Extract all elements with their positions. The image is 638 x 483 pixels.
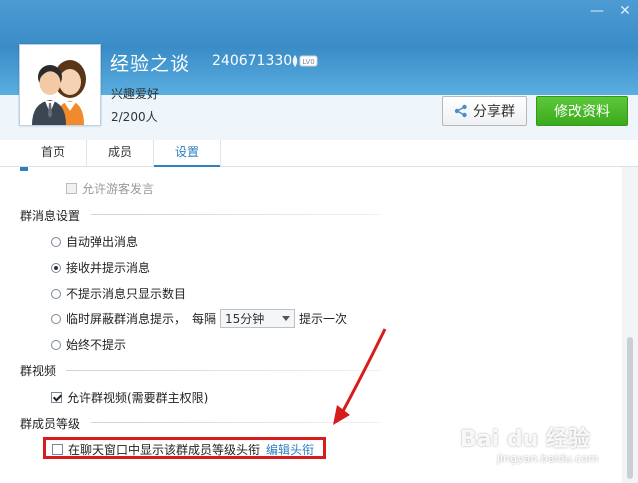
radio-count-only[interactable] [51,288,61,299]
guest-speak-checkbox[interactable] [66,183,77,194]
scroll-indicator-stub [20,167,28,171]
level-badge-label: LV0 [302,58,314,66]
option-temp-block-label: 临时屏蔽群消息提示， [66,312,187,326]
annotation-arrow-icon [333,328,387,425]
header: — ✕ 经验之谈 240671330 LV0 兴趣爱好 2/200人 分享群 修… [0,0,638,140]
baidu-watermark-url: jingyan.baidu.com [497,452,599,465]
scrollbar-thumb[interactable] [627,337,633,479]
guest-speak-option[interactable]: 允许游客发言 [66,180,154,197]
radio-never-notify[interactable] [51,339,61,350]
group-profile-window: — ✕ 经验之谈 240671330 LV0 兴趣爱好 2/200人 分享群 修… [0,0,638,483]
message-settings-divider [91,214,381,215]
member-count: 2/200人 [111,110,158,124]
level-badge-icon: LV0 [292,55,318,67]
group-name: 经验之谈 [110,53,191,75]
interval-prefix: 每隔 [192,312,217,326]
interval-select[interactable]: 15分钟 [220,309,296,328]
share-icon [454,104,467,118]
minimize-icon[interactable]: — [590,4,604,18]
option-receive-notify-label: 接收并提示消息 [66,261,151,275]
group-interest: 兴趣爱好 [111,87,160,101]
window-controls: — ✕ [590,4,632,18]
option-count-only[interactable]: 不提示消息只显示数目 [51,285,186,302]
group-avatar-icon [20,45,100,125]
baidu-watermark: Bai du 经验 [460,427,590,452]
allow-video-label: 允许群视频(需要群主权限) [67,391,209,405]
highlight-box [43,437,326,459]
tab-bar: 首页 成员 设置 [0,140,638,167]
close-icon[interactable]: ✕ [618,4,632,18]
radio-receive-notify[interactable] [51,262,61,273]
radio-temp-block[interactable] [51,313,61,324]
option-receive-notify[interactable]: 接收并提示消息 [51,259,150,276]
option-auto-popup[interactable]: 自动弹出消息 [51,233,138,250]
member-level-title: 群成员等级 [20,417,81,431]
share-group-button[interactable]: 分享群 [442,96,527,126]
radio-auto-popup[interactable] [51,236,61,247]
tab-members[interactable]: 成员 [87,140,154,166]
allow-video-checkbox[interactable] [51,392,62,403]
group-avatar[interactable] [19,44,101,126]
interval-value: 15分钟 [225,312,265,326]
edit-profile-button[interactable]: 修改资料 [536,96,628,126]
guest-speak-label: 允许游客发言 [82,182,155,196]
tab-home[interactable]: 首页 [20,140,87,166]
group-id: 240671330 [212,53,293,69]
option-auto-popup-label: 自动弹出消息 [66,235,139,249]
message-settings-title: 群消息设置 [20,209,81,223]
share-group-label: 分享群 [473,104,515,120]
option-never-notify-label: 始终不提示 [66,338,127,352]
allow-video-option[interactable]: 允许群视频(需要群主权限) [51,389,208,406]
option-temp-block[interactable]: 临时屏蔽群消息提示， 每隔 15分钟 提示一次 [51,309,347,328]
group-video-title: 群视频 [20,364,57,378]
option-count-only-label: 不提示消息只显示数目 [66,287,187,301]
option-never-notify[interactable]: 始终不提示 [51,336,126,353]
chevron-down-icon [282,316,291,321]
tab-settings[interactable]: 设置 [154,140,221,167]
